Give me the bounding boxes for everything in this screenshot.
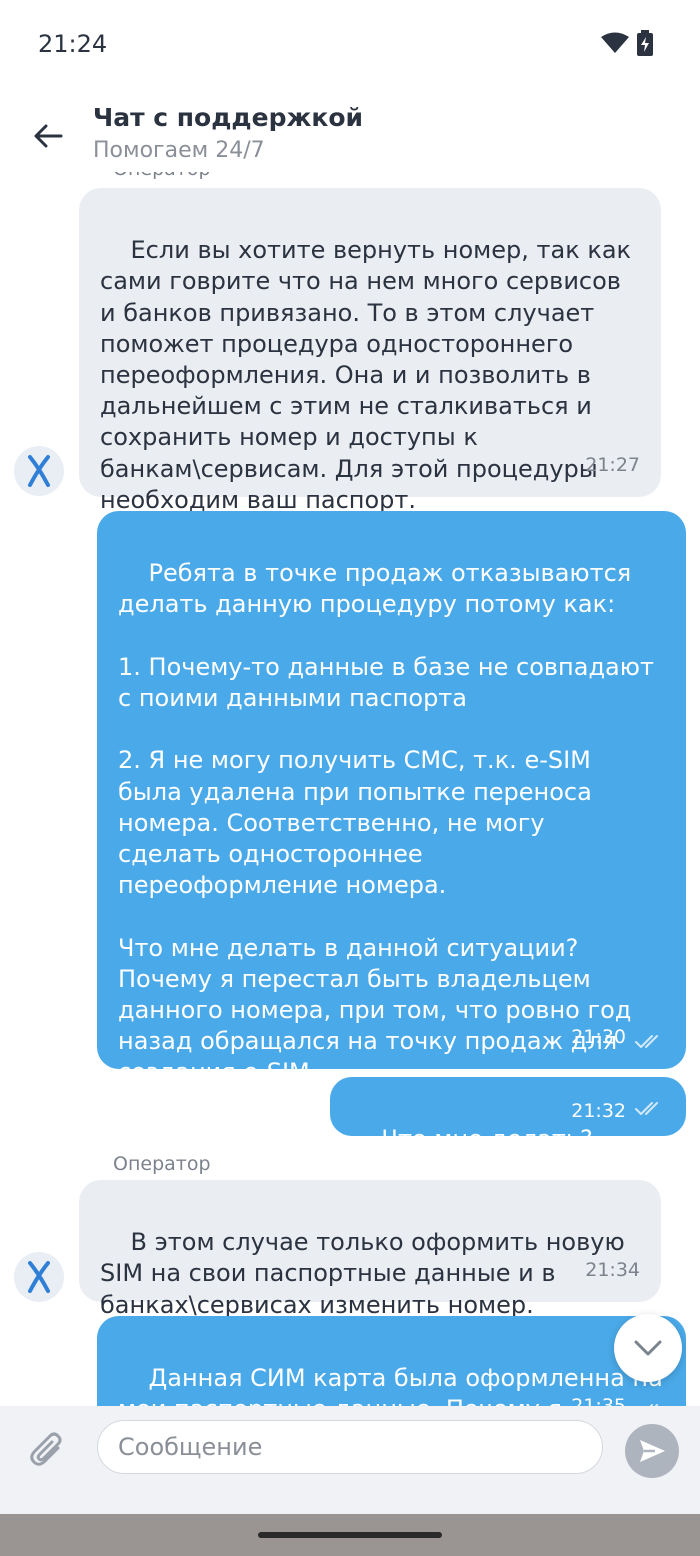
wifi-icon [601, 32, 629, 53]
chat-subtitle: Помогаем 24/7 [93, 138, 265, 163]
attach-button[interactable] [24, 1426, 72, 1474]
chevron-down-icon [634, 1340, 662, 1356]
message-bubble-incoming[interactable]: Если вы хотите вернуть номер, так как са… [79, 188, 661, 514]
scroll-down-button[interactable] [614, 1314, 682, 1382]
double-check-icon [635, 1102, 658, 1115]
operator-avatar [14, 446, 64, 496]
sender-label: Оператор [113, 172, 211, 180]
arrow-left-icon [34, 124, 63, 148]
message-composer [0, 1406, 700, 1514]
message-text: Что мне делать? [381, 1125, 593, 1154]
paperclip-icon [30, 1432, 62, 1466]
message-bubble-outgoing[interactable]: Данная СИМ карта была оформленна на мои … [97, 1316, 686, 1406]
message-text: В этом случае только оформить новую SIM … [100, 1228, 625, 1319]
message-bubble-incoming[interactable]: В этом случае только оформить новую SIM … [79, 1180, 661, 1319]
message-time: 21:32 [571, 1100, 626, 1122]
message-time: 21:35 [571, 1394, 626, 1406]
message-time: 21:34 [585, 1258, 640, 1281]
send-icon [640, 1440, 665, 1462]
message-text: Если вы хотите вернуть номер, так как са… [100, 236, 632, 514]
message-input[interactable] [97, 1420, 603, 1474]
message-time: 21:30 [571, 1025, 626, 1048]
home-indicator[interactable] [258, 1532, 442, 1538]
back-button[interactable] [24, 112, 72, 160]
operator-avatar [14, 1252, 64, 1302]
double-check-icon [635, 1035, 658, 1048]
status-bar: 21:24 [0, 0, 700, 88]
chat-title: Чат с поддержкой [93, 103, 364, 132]
status-time: 21:24 [38, 30, 108, 58]
sender-label: Оператор [113, 1153, 211, 1175]
message-time: 21:27 [585, 453, 640, 476]
message-bubble-outgoing[interactable]: Ребята в точке продаж отказываются делат… [97, 511, 686, 1086]
operator-logo-icon [28, 455, 50, 487]
message-bubble-outgoing[interactable]: Что мне делать? 21:32 [330, 1077, 686, 1153]
operator-logo-icon [28, 1261, 50, 1293]
chat-header: Чат с поддержкой Помогаем 24/7 [0, 88, 700, 172]
system-nav-bar [0, 1514, 700, 1556]
send-button[interactable] [625, 1424, 679, 1478]
message-text: Ребята в точке продаж отказываются делат… [118, 559, 654, 1087]
chat-messages[interactable]: Оператор Если вы хотите вернуть номер, т… [0, 172, 700, 1406]
battery-charging-icon [637, 30, 653, 56]
